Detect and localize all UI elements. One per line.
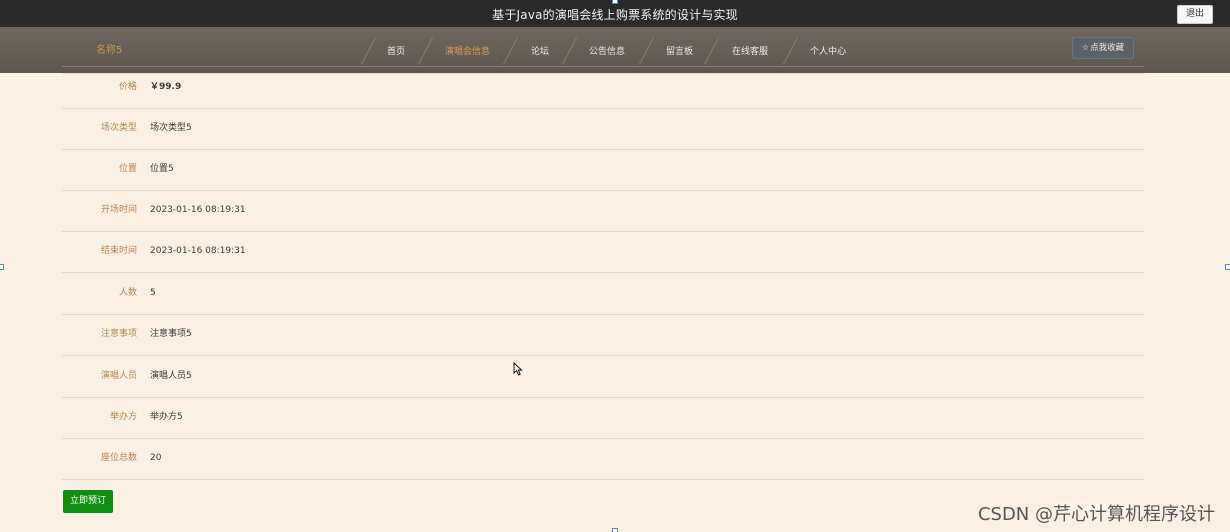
detail-row-organizer: 举办方 举办方5 bbox=[62, 397, 1144, 439]
nav-item-home[interactable]: 首页 bbox=[387, 44, 405, 57]
frame-handle bbox=[1225, 264, 1230, 270]
logout-button[interactable]: 退出 bbox=[1177, 5, 1213, 24]
detail-row-location: 位置 位置5 bbox=[62, 149, 1144, 191]
detail-row-end-time: 结束时间 2023-01-16 08:19:31 bbox=[62, 231, 1144, 273]
detail-label: 举办方 bbox=[109, 412, 137, 422]
nav-divider bbox=[361, 37, 376, 65]
favorite-label: 点我收藏 bbox=[1090, 43, 1125, 53]
detail-value: 举办方5 bbox=[150, 412, 183, 422]
detail-label: 结束时间 bbox=[100, 246, 137, 256]
detail-value: 演唱人员5 bbox=[150, 371, 192, 381]
mouse-cursor-icon bbox=[513, 362, 523, 376]
detail-label: 价格 bbox=[118, 82, 137, 92]
detail-value: 20 bbox=[150, 453, 162, 463]
nav-divider bbox=[503, 37, 518, 65]
detail-value: 2023-01-16 08:19:31 bbox=[150, 205, 246, 215]
detail-value: ￥99.9 bbox=[150, 82, 182, 92]
nav-divider bbox=[562, 37, 577, 65]
star-icon: ☆ bbox=[1081, 43, 1090, 52]
detail-row-performers: 演唱人员 演唱人员5 bbox=[62, 356, 1144, 398]
nav-item-profile[interactable]: 个人中心 bbox=[810, 44, 846, 57]
nav-divider bbox=[783, 37, 798, 65]
frame-handle bbox=[612, 528, 618, 532]
csdn-watermark: CSDN @芹心计算机程序设计 bbox=[977, 504, 1215, 525]
nav-item-support[interactable]: 在线客服 bbox=[732, 44, 768, 57]
detail-row-count: 人数 5 bbox=[62, 273, 1144, 315]
nav-item-messages[interactable]: 留言板 bbox=[666, 44, 693, 57]
frame-handle bbox=[0, 264, 4, 270]
detail-label: 注意事项 bbox=[100, 329, 137, 339]
favorite-button[interactable]: ☆点我收藏 bbox=[1072, 37, 1134, 59]
site-title: 基于Java的演唱会线上购票系统的设计与实现 bbox=[492, 8, 738, 22]
detail-row-price: 价格 ￥99.9 bbox=[62, 67, 1144, 109]
detail-label: 人数 bbox=[118, 288, 137, 298]
detail-value: 场次类型5 bbox=[150, 123, 192, 133]
detail-label: 座位总数 bbox=[100, 453, 137, 463]
detail-label: 开场时间 bbox=[100, 205, 137, 215]
detail-row-session-type: 场次类型 场次类型5 bbox=[62, 108, 1144, 150]
nav-item-forum[interactable]: 论坛 bbox=[531, 44, 549, 57]
detail-value: 2023-01-16 08:19:31 bbox=[150, 246, 246, 256]
detail-row-total-seats: 座位总数 20 bbox=[62, 438, 1144, 480]
book-now-button[interactable]: 立即预订 bbox=[63, 490, 113, 513]
detail-value: 位置5 bbox=[150, 164, 174, 174]
detail-row-start-time: 开场时间 2023-01-16 08:19:31 bbox=[62, 190, 1144, 232]
nav-item-concerts[interactable]: 演唱会信息 bbox=[445, 44, 490, 57]
detail-value: 5 bbox=[150, 288, 156, 298]
nav-divider bbox=[639, 37, 654, 65]
title-bar: 基于Java的演唱会线上购票系统的设计与实现 退出 bbox=[0, 0, 1230, 27]
nav-divider bbox=[704, 37, 719, 65]
nav-divider bbox=[418, 37, 433, 65]
detail-row-notes: 注意事项 注意事项5 bbox=[62, 314, 1144, 356]
detail-value: 注意事项5 bbox=[150, 329, 192, 339]
nav-item-announcements[interactable]: 公告信息 bbox=[589, 44, 625, 57]
page: 基于Java的演唱会线上购票系统的设计与实现 退出 名称5 首页 演唱会信息 论… bbox=[0, 0, 1230, 532]
detail-label: 场次类型 bbox=[100, 123, 137, 133]
detail-label: 演唱人员 bbox=[100, 371, 137, 381]
frame-handle bbox=[612, 0, 618, 4]
detail-label: 位置 bbox=[118, 164, 137, 174]
